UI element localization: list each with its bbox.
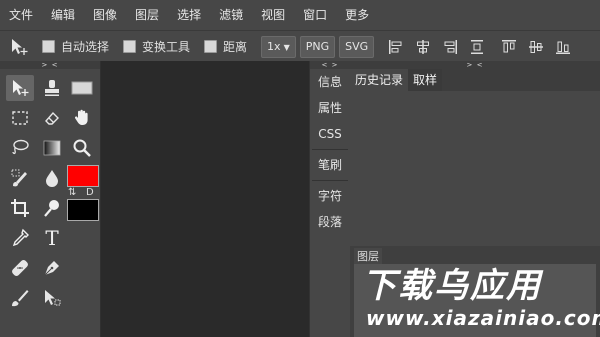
zoom-select[interactable]: 1x ▼ [261, 35, 296, 58]
panel-tab-properties[interactable]: 属性 [310, 95, 350, 121]
menu-view[interactable]: 视图 [252, 0, 294, 30]
stamp-tool-icon[interactable] [38, 75, 66, 101]
menu-window[interactable]: 窗口 [294, 0, 336, 30]
menu-bar: 文件 编辑 图像 图层 选择 滤镜 视图 窗口 更多 [0, 0, 600, 30]
auto-select-label: 自动选择 [61, 40, 110, 54]
brush-select-icon[interactable] [6, 165, 34, 191]
panel-tab-info[interactable]: 信息 [310, 69, 350, 95]
tools-panel-collapse[interactable]: > < [0, 61, 100, 69]
swap-colors-icon[interactable]: ⇅ [68, 187, 76, 198]
text-tool-icon[interactable]: T [38, 225, 66, 251]
rectangle-shape-icon[interactable] [68, 75, 96, 101]
brush-tool-icon[interactable] [6, 285, 34, 311]
align-right-icon[interactable] [441, 38, 459, 56]
watermark-title: 下载乌应用 [362, 266, 542, 306]
zoom-value: 1x [267, 39, 281, 53]
transform-tools-label: 变换工具 [142, 40, 191, 54]
move-tool-icon [8, 36, 30, 58]
history-tabs: 历史记录 取样 [350, 69, 600, 91]
divider [312, 149, 348, 150]
hand-tool-icon[interactable] [68, 105, 96, 131]
distance-checkbox[interactable]: 距离 [204, 38, 247, 55]
menu-layer[interactable]: 图层 [126, 0, 168, 30]
history-list [350, 91, 600, 243]
checkbox-box[interactable] [123, 40, 137, 53]
menu-select[interactable]: 选择 [168, 0, 210, 30]
export-svg-button[interactable]: SVG [339, 35, 375, 58]
menu-more[interactable]: 更多 [336, 0, 378, 30]
pen-tool-icon[interactable] [38, 255, 66, 281]
blur-drop-icon[interactable] [38, 165, 66, 191]
zoom-tool-icon[interactable] [68, 135, 96, 161]
marquee-tool-icon[interactable] [6, 105, 34, 131]
lasso-tool-icon[interactable] [6, 135, 34, 161]
transform-tools-checkbox[interactable]: 变换工具 [123, 38, 190, 55]
checkbox-box[interactable] [204, 40, 218, 53]
divider [312, 180, 348, 181]
eyedropper-tool-icon[interactable] [6, 225, 34, 251]
tab-history[interactable]: 历史记录 [350, 69, 409, 91]
side-panel: < > 信息 属性 CSS 笔刷 字符 段落 [309, 61, 351, 337]
panel-tab-brush[interactable]: 笔刷 [310, 152, 350, 178]
eraser-tool-icon[interactable] [38, 105, 66, 131]
panel-tab-paragraph[interactable]: 段落 [310, 209, 350, 235]
history-panel-collapse[interactable]: > < [350, 61, 600, 69]
watermark-url: www.xiazainiao.com [366, 306, 600, 330]
side-panel-collapse[interactable]: < > [310, 61, 350, 69]
background-color-swatch[interactable] [67, 199, 99, 221]
align-left-icon[interactable] [387, 38, 405, 56]
crop-tool-icon[interactable] [6, 195, 34, 221]
auto-select-checkbox[interactable]: 自动选择 [42, 38, 109, 55]
menu-edit[interactable]: 编辑 [42, 0, 84, 30]
caret-down-icon: ▼ [283, 42, 290, 52]
align-middle-v-icon[interactable] [527, 38, 545, 56]
default-colors-button[interactable]: D [86, 187, 94, 198]
tab-swatches[interactable]: 取样 [408, 69, 443, 91]
panel-tab-character[interactable]: 字符 [310, 183, 350, 209]
foreground-color-swatch[interactable] [67, 165, 99, 187]
healing-brush-icon[interactable] [6, 255, 34, 281]
menu-filter[interactable]: 滤镜 [210, 0, 252, 30]
dodge-tool-icon[interactable] [38, 195, 66, 221]
tools-panel: > < T ⇅ D [0, 61, 101, 337]
menu-file[interactable]: 文件 [0, 0, 42, 30]
menu-image[interactable]: 图像 [84, 0, 126, 30]
gradient-tool-icon[interactable] [38, 135, 66, 161]
distance-label: 距离 [223, 40, 248, 54]
checkbox-box[interactable] [42, 40, 55, 53]
align-center-h-icon[interactable] [414, 38, 432, 56]
panel-tab-css[interactable]: CSS [310, 121, 350, 147]
align-bottom-icon[interactable] [554, 38, 572, 56]
path-select-icon[interactable] [38, 285, 66, 311]
move-tool-icon[interactable] [6, 75, 34, 101]
distribute-h-icon[interactable] [468, 38, 486, 56]
options-bar: 自动选择 变换工具 距离 1x ▼ PNG SVG [0, 30, 600, 62]
align-top-icon[interactable] [500, 38, 518, 56]
canvas-area[interactable] [101, 61, 309, 337]
export-png-button[interactable]: PNG [299, 35, 336, 58]
